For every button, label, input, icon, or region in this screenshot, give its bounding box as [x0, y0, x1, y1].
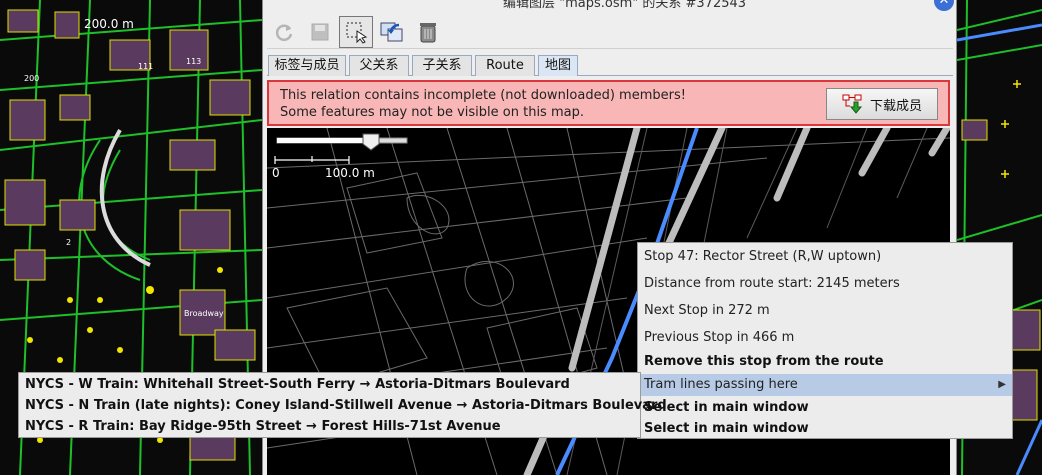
incomplete-members-warning: This relation contains incomplete (not d…	[267, 80, 950, 126]
select-button[interactable]	[339, 16, 373, 48]
download-members-label: 下载成员	[869, 98, 922, 114]
menu-item-tram-lines[interactable]: Tram lines passing here ▶	[638, 374, 1012, 396]
download-members-button[interactable]: 下载成员	[826, 88, 938, 120]
menu-item-distance[interactable]: Distance from route start: 2145 meters	[638, 273, 1012, 295]
delete-icon	[420, 23, 436, 43]
select-icon	[346, 22, 368, 44]
close-button[interactable]: ✕	[934, 0, 954, 11]
download-members-icon	[842, 94, 863, 114]
window-title: 编辑图层 "maps.osm" 的关系 #372543	[503, 0, 747, 11]
title-bar[interactable]: 编辑图层 "maps.osm" 的关系 #372543 ✕	[263, 0, 956, 11]
save-button[interactable]	[303, 16, 337, 48]
menu-item-previous-stop[interactable]: Previous Stop in 466 m	[638, 327, 1012, 349]
tab-parent-relations[interactable]: 父关系	[349, 55, 409, 76]
toolbar	[267, 15, 953, 49]
menu-item-tram-lines-label: Tram lines passing here	[644, 377, 798, 392]
map-label-111: 111	[138, 62, 154, 71]
submenu-arrow-icon: ▶	[998, 379, 1006, 390]
refresh-button[interactable]	[267, 16, 301, 48]
scale-zero-label: 0	[272, 166, 280, 180]
submenu-item-r-train[interactable]: NYCS - R Train: Bay Ridge-95th Street → …	[19, 416, 640, 437]
delete-button[interactable]	[411, 16, 445, 48]
tab-map[interactable]: 地图	[538, 55, 578, 76]
menu-item-remove-stop[interactable]: Remove this stop from the route	[638, 351, 1012, 373]
submenu-item-w-train[interactable]: NYCS - W Train: Whitehall Street-South F…	[19, 374, 640, 395]
tab-bar: 标签与成员 父关系 子关系 Route 地图	[267, 54, 953, 76]
warning-line-2: Some features may not be visible on this…	[280, 105, 584, 120]
menu-item-stop-name[interactable]: Stop 47: Rector Street (R,W uptown)	[638, 246, 1012, 268]
submenu-item-n-train[interactable]: NYCS - N Train (late nights): Coney Isla…	[19, 395, 667, 416]
tab-tags-members[interactable]: 标签与成员	[268, 55, 346, 76]
save-icon	[311, 23, 329, 41]
warning-line-1: This relation contains incomplete (not d…	[280, 88, 686, 103]
map-label-2: 2	[66, 238, 72, 247]
stop-context-menu: Stop 47: Rector Street (R,W uptown) Dist…	[637, 242, 1013, 439]
menu-item-select-main-2[interactable]: Select in main window	[638, 418, 1012, 440]
main-map-scale-label: 200.0 m	[84, 17, 134, 31]
tab-child-relations[interactable]: 子关系	[412, 55, 472, 76]
menu-item-select-main-1[interactable]: Select in main window	[638, 397, 1012, 419]
tram-lines-submenu: NYCS - W Train: Whitehall Street-South F…	[18, 372, 667, 438]
scale-label: 100.0 m	[325, 166, 375, 180]
tab-route[interactable]: Route	[475, 55, 535, 76]
zoom-to-icon	[380, 22, 403, 42]
map-label-broadway: Broadway	[184, 309, 224, 318]
close-icon: ✕	[938, 0, 950, 8]
menu-item-next-stop[interactable]: Next Stop in 272 m	[638, 300, 1012, 322]
refresh-icon	[275, 24, 293, 41]
zoom-to-button[interactable]	[375, 16, 409, 48]
map-label-200: 200	[24, 74, 40, 83]
map-label-113: 113	[186, 57, 202, 66]
